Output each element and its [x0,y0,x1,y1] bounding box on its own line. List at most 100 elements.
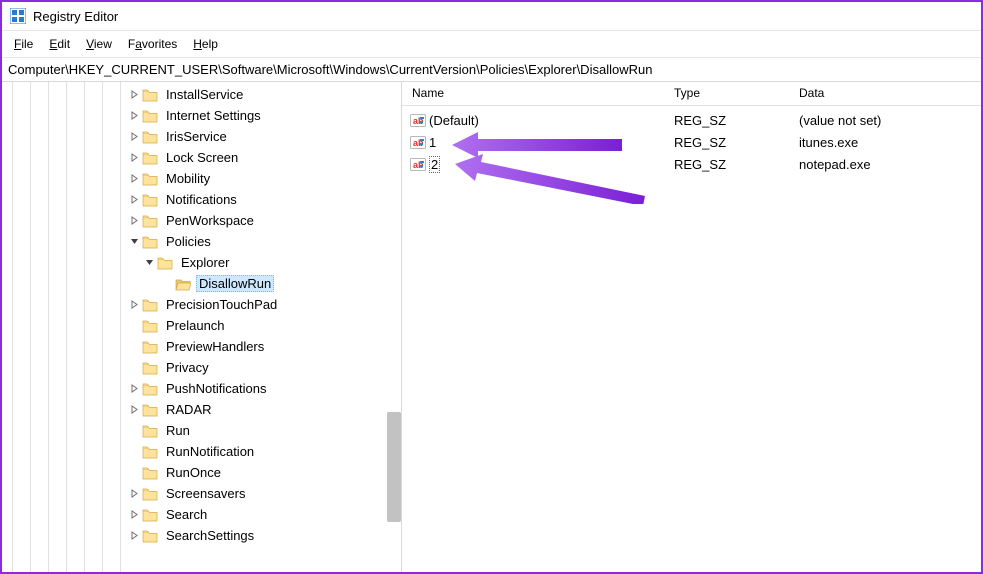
address-path: Computer\HKEY_CURRENT_USER\Software\Micr… [8,62,652,77]
folder-icon [142,214,158,228]
menu-view[interactable]: View [78,34,120,54]
tree-item[interactable]: PreviewHandlers [2,336,401,357]
tree-item-label: Policies [163,233,214,250]
tree-item-label: RunOnce [163,464,224,481]
menu-file[interactable]: File [6,34,41,54]
tree-item-label: Run [163,422,193,439]
string-value-icon: ab [410,156,426,172]
tree-item-label: Explorer [178,254,232,271]
menu-bar: File Edit View Favorites Help [2,31,981,58]
folder-icon [175,277,191,291]
folder-icon [142,529,158,543]
tree-item-label: Screensavers [163,485,248,502]
chevron-right-icon[interactable] [127,151,141,165]
tree-item[interactable]: DisallowRun [2,273,401,294]
tree-item[interactable]: Explorer [2,252,401,273]
tree-item-label: Privacy [163,359,212,376]
tree-item[interactable]: PushNotifications [2,378,401,399]
tree-item[interactable]: Privacy [2,357,401,378]
content-area: InstallServiceInternet Settings IrisServi… [2,82,981,572]
tree-item-label: PenWorkspace [163,212,257,229]
chevron-right-icon[interactable] [127,382,141,396]
menu-favorites[interactable]: Favorites [120,34,185,54]
list-pane[interactable]: Name Type Data ab(Default)REG_SZ(value n… [402,82,981,572]
folder-icon [142,424,158,438]
tree-item[interactable]: RunNotification [2,441,401,462]
tree-item[interactable]: Policies [2,231,401,252]
folder-icon [142,109,158,123]
tree-item[interactable]: PrecisionTouchPad [2,294,401,315]
address-bar[interactable]: Computer\HKEY_CURRENT_USER\Software\Micr… [2,58,981,82]
folder-icon [142,403,158,417]
folder-icon [142,445,158,459]
tree-item-label: Search [163,506,210,523]
list-header: Name Type Data [402,82,981,106]
tree-item-label: PushNotifications [163,380,269,397]
tree-item-label: RunNotification [163,443,257,460]
column-header-type[interactable]: Type [674,86,799,100]
folder-icon [142,382,158,396]
tree-item-label: Prelaunch [163,317,228,334]
registry-value-row[interactable]: ab2 REG_SZnotepad.exe [402,153,981,175]
chevron-right-icon[interactable] [127,109,141,123]
tree-item[interactable]: Internet Settings [2,105,401,126]
value-name: (Default) [429,113,479,128]
value-name: 2 [429,156,440,173]
tree-item[interactable]: SearchSettings [2,525,401,546]
chevron-right-icon[interactable] [127,487,141,501]
chevron-right-icon[interactable] [127,193,141,207]
tree-item[interactable]: PenWorkspace [2,210,401,231]
window-title: Registry Editor [33,9,118,24]
menu-edit[interactable]: Edit [41,34,78,54]
tree-item[interactable]: Run [2,420,401,441]
tree-item[interactable]: Notifications [2,189,401,210]
value-data: itunes.exe [799,135,981,150]
chevron-down-icon[interactable] [142,256,156,270]
tree-item[interactable]: IrisService [2,126,401,147]
value-name: 1 [429,135,436,150]
expander-placeholder [127,319,141,333]
folder-icon [157,256,173,270]
tree-item-label: IrisService [163,128,230,145]
tree-item[interactable]: InstallService [2,84,401,105]
chevron-right-icon[interactable] [127,172,141,186]
chevron-right-icon[interactable] [127,403,141,417]
tree-item[interactable]: Mobility [2,168,401,189]
chevron-down-icon[interactable] [127,235,141,249]
registry-value-row[interactable]: ab1REG_SZitunes.exe [402,131,981,153]
tree-item[interactable]: RunOnce [2,462,401,483]
folder-icon [142,172,158,186]
menu-help[interactable]: Help [185,34,226,54]
chevron-right-icon[interactable] [127,529,141,543]
chevron-right-icon[interactable] [127,214,141,228]
tree-item[interactable]: Screensavers [2,483,401,504]
chevron-right-icon[interactable] [127,298,141,312]
tree-scrollbar[interactable] [387,412,401,522]
column-header-data[interactable]: Data [799,86,981,100]
value-type: REG_SZ [674,113,799,128]
folder-icon [142,151,158,165]
folder-icon [142,487,158,501]
regedit-app-icon [10,8,26,24]
tree-pane[interactable]: InstallServiceInternet Settings IrisServi… [2,82,402,572]
folder-icon [142,235,158,249]
tree-item[interactable]: Lock Screen [2,147,401,168]
expander-placeholder [127,340,141,354]
expander-placeholder [127,361,141,375]
value-type: REG_SZ [674,157,799,172]
chevron-right-icon[interactable] [127,508,141,522]
column-header-name[interactable]: Name [402,86,674,100]
expander-placeholder [160,277,174,291]
expander-placeholder [127,466,141,480]
tree-item[interactable]: RADAR [2,399,401,420]
tree-item[interactable]: Prelaunch [2,315,401,336]
tree-item[interactable]: Search [2,504,401,525]
chevron-right-icon[interactable] [127,88,141,102]
chevron-right-icon[interactable] [127,130,141,144]
folder-icon [142,466,158,480]
string-value-icon: ab [410,134,426,150]
value-data: notepad.exe [799,157,981,172]
tree-item-label: DisallowRun [196,275,274,292]
folder-icon [142,88,158,102]
registry-value-row[interactable]: ab(Default)REG_SZ(value not set) [402,109,981,131]
